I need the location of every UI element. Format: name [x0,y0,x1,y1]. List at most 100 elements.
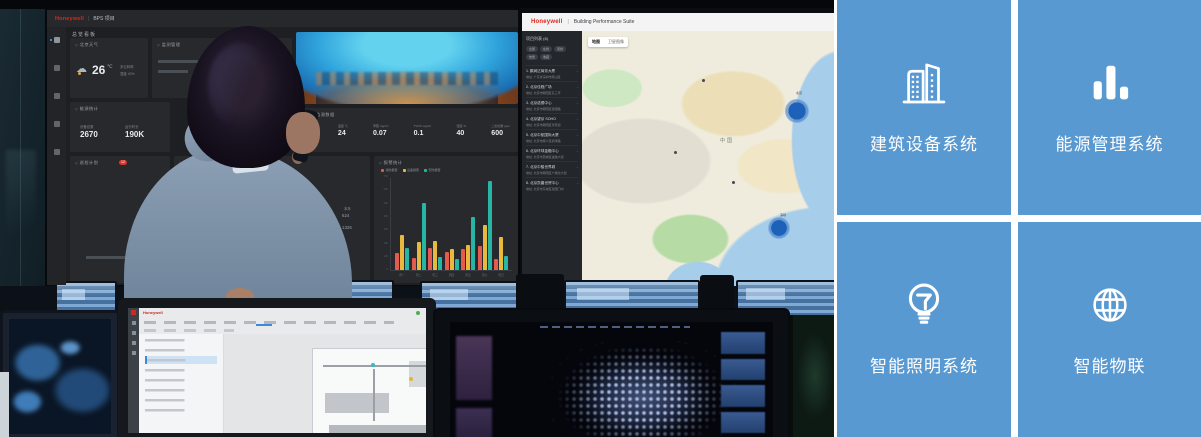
honeywell-logo: Honeywell [55,16,84,22]
map-app-header: Honeywell | Building Performance Suite [522,13,834,31]
energy-stat-label: 设备总数 [80,124,94,129]
desk-monitor-partial [790,315,834,437]
energy-stat-value: 190K [125,130,144,139]
app-tree-panel [139,334,224,433]
chevron-right-icon: › [577,69,578,73]
desk-monitor-cluster [433,308,790,437]
page: Honeywell | BPS 项目 总览看板 北京天气 ☁ 26 ℃ 多云转晴… [0,0,1201,437]
monitor-row [158,70,188,73]
tile-label: 建筑设备系统 [870,130,978,155]
marker-label: 北京 [796,91,802,95]
app-icon-rail [128,308,139,433]
chevron-right-icon: › [577,181,578,185]
legend-item: 安防报警 [424,168,441,172]
alarm-chart-card: 报警统计 消防报警 设备报警 安防报警 70060050040030020010… [374,156,518,283]
iaq-stat: 二氧化碳 ppm600 [491,124,510,137]
chevron-right-icon: › [577,149,578,153]
app-breadcrumb [144,329,234,332]
app-canvas [224,334,426,433]
tile-label: 能源管理系统 [1056,130,1164,155]
alarm-chart-legend: 消防报警 设备报警 安防报警 [381,168,441,172]
selected-tree-row [145,356,217,364]
city-dot [732,181,735,184]
atrium-photo [296,32,518,104]
honeywell-app-screen: Honeywell [128,308,426,433]
person-hand [286,112,320,154]
building-photo-card [296,32,518,104]
energy-card-title: 能源统计 [75,106,98,112]
chevron-right-icon: › [577,85,578,89]
honeywell-logo: Honeywell [531,19,562,25]
tile-energy-management[interactable]: 能源管理系统 [1018,0,1201,215]
tile-smart-lighting[interactable]: 智能照明系统 [837,222,1011,437]
side-panel-purple [456,408,492,437]
grid-icon [54,37,60,43]
filter-chip: 告警 [526,54,538,60]
satellite-button: 卫星图像 [604,37,628,47]
site-list-item: 6. 北京环球金融中心地址: 北京市西城区金融大街› [526,145,578,161]
site-list-item: 2. 北京佳程广场地址: 北京市朝阳区东三环› [526,81,578,97]
chevron-right-icon: › [577,165,578,169]
alarm-card-title: 报警统计 [379,160,402,166]
marker-label: 深圳 [780,213,786,217]
energy-card: 能源统计 设备总数 2670 运行时长 190K [70,102,170,152]
monitor-row [158,60,198,63]
weather-desc-2: 湿度 40% [120,71,135,76]
patrol-card-title: 巡检计划 [75,160,98,166]
trend-icon [54,121,60,127]
legend-dot [403,169,406,172]
map-app-title: Building Performance Suite [574,19,635,25]
videowall-map-screen: Honeywell | Building Performance Suite 项… [520,8,834,293]
filter-chip: 全部 [526,46,538,52]
sites-panel: 项目列表 (8) 全部 在线 离线 告警 收藏 1. 鹏润达商务大厦地址: 广东… [522,31,582,291]
usage-row-v2: 624 [342,213,349,218]
alarm-chart-yaxis: 7006005004003002001000 [378,176,388,272]
honeywell-mark [131,310,136,315]
weather-unit: ℃ [107,64,113,70]
filter-chips: 全部 在线 离线 告警 收藏 [526,46,578,60]
iaq-stat: 湿度 %40 [457,124,467,137]
tile-label: 智能照明系统 [870,352,978,377]
map-layer-toggle: 地图 卫星图像 [588,37,628,47]
site-list-item: 1. 鹏润达商务大厦地址: 广东省深圳市南山区› [526,65,578,81]
tile-building-systems[interactable]: 建筑设备系统 [837,0,1011,215]
dot-cluster-visualization [550,340,735,437]
systems-grid: 建筑设备系统 能源管理系统 [834,0,1201,437]
iaq-stat: TVOC mg/m³0.1 [414,124,432,137]
legend-dot [424,169,427,172]
iaq-stat: 温度 ℃24 [338,124,348,137]
dashboard-header: Honeywell | BPS 项目 [47,10,518,27]
iaq-stat: 甲醛 mg/m³0.07 [373,124,388,137]
monitor-card-title: 监测管理 [157,42,180,48]
tile-smart-iot[interactable]: 智能物联 [1018,222,1201,437]
legend-item: 消防报警 [381,168,398,172]
status-dot [416,311,420,315]
equipment-dot-teal [371,363,375,367]
side-panel-blue [721,332,765,433]
satellite-image [9,319,111,434]
corner-screen-sliver [0,372,9,437]
lightbulb-icon [895,274,953,336]
dashboard-app-name: BPS 项目 [93,15,114,22]
site-list-item: 8. 北京凯晨世贸中心地址: 北京市东城区建国门内› [526,177,578,193]
city-dot [674,151,677,154]
gear-icon [54,149,60,155]
legend-item: 设备报警 [403,168,420,172]
usage-row-v2: 1326 [342,225,352,230]
chevron-right-icon: › [577,133,578,137]
folder-icon [54,93,60,99]
chevron-right-icon: › [577,117,578,121]
alarm-bars: 周一周二周三周四周五周六周日 [390,178,512,271]
site-list-item: 7. 北京中骏世界城地址: 北京市朝阳区广顺北大街› [526,161,578,177]
building-icon [895,52,953,114]
side-panel-purple [456,336,492,400]
desk-monitor-satellite [0,310,120,437]
energy-stat-value: 2670 [80,130,98,139]
filter-chip: 在线 [540,46,552,52]
dashboard-nav-label: 总览看板 [72,31,96,38]
desk-monitor-honeywell-app: Honeywell [118,298,436,437]
filter-chip: 收藏 [540,54,552,60]
dashboard-side-rail [47,27,66,285]
header-divider: | [567,19,568,25]
weather-desc-1: 多云转晴 [120,64,134,69]
